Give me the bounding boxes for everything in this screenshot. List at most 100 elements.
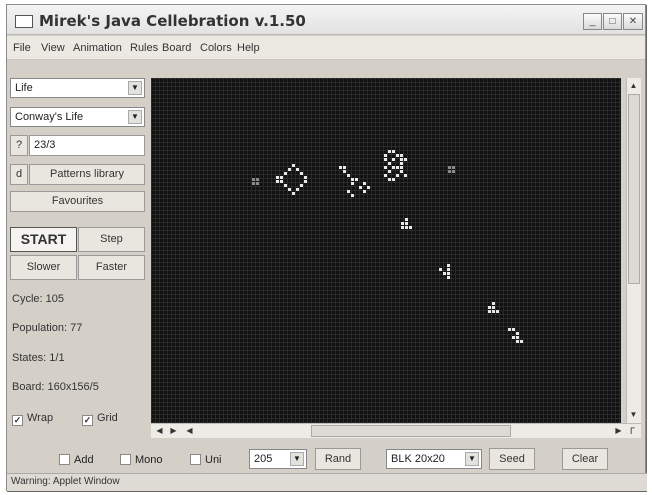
favourites-button[interactable]: Favourites xyxy=(10,191,145,212)
scroll-right-icon[interactable]: ▶ xyxy=(167,424,180,438)
rule-help-button[interactable]: ? xyxy=(10,135,28,156)
menu-board[interactable]: Board xyxy=(162,42,191,54)
menu-view[interactable]: View xyxy=(41,42,65,54)
live-cell xyxy=(388,162,391,165)
live-cell xyxy=(292,164,295,167)
live-cell xyxy=(447,276,450,279)
count-select-value: 205 xyxy=(254,453,273,465)
scroll-down-icon[interactable]: ▼ xyxy=(627,408,640,422)
step-button[interactable]: Step xyxy=(78,227,145,252)
live-cell xyxy=(492,302,495,305)
horizontal-scroll-thumb[interactable] xyxy=(311,425,511,437)
game-select[interactable]: Life ▼ xyxy=(10,78,145,98)
rule-select[interactable]: Conway's Life ▼ xyxy=(10,107,145,127)
marker-cell xyxy=(256,182,259,185)
live-cell xyxy=(405,226,408,229)
menu-rules[interactable]: Rules xyxy=(130,42,158,54)
wrap-checkbox[interactable]: ✓ Wrap xyxy=(12,412,54,426)
live-cell xyxy=(276,176,279,179)
faster-button[interactable]: Faster xyxy=(78,255,145,280)
marker-cell xyxy=(256,178,259,181)
live-cell xyxy=(288,168,291,171)
rand-button[interactable]: Rand xyxy=(315,448,361,470)
menu-animation[interactable]: Animation xyxy=(73,42,122,54)
cell-board[interactable] xyxy=(151,78,621,423)
menu-colors[interactable]: Colors xyxy=(200,42,232,54)
live-cell xyxy=(388,150,391,153)
live-cell xyxy=(447,268,450,271)
live-cell xyxy=(347,174,350,177)
count-select[interactable]: 205 ▼ xyxy=(249,449,307,469)
start-button[interactable]: START xyxy=(10,227,77,252)
live-cell xyxy=(392,158,395,161)
chevron-down-icon: ▼ xyxy=(128,110,142,124)
maximize-button[interactable]: □ xyxy=(603,13,622,30)
live-cell xyxy=(396,154,399,157)
marker-cell xyxy=(452,166,455,169)
live-cell xyxy=(488,310,491,313)
live-cell xyxy=(355,178,358,181)
live-cell xyxy=(516,336,519,339)
live-cell xyxy=(300,172,303,175)
block-size-select[interactable]: BLK 20x20 ▼ xyxy=(386,449,482,469)
board-size-label: Board: 160x156/5 xyxy=(12,381,99,393)
rule-field[interactable]: 23/3 xyxy=(29,135,145,156)
vertical-scrollbar[interactable]: ▲ ▼ xyxy=(626,78,641,423)
scroll-right-icon[interactable]: ▶ xyxy=(612,424,625,438)
add-checkbox[interactable]: Add xyxy=(59,452,94,466)
scroll-left-icon[interactable]: ◀ xyxy=(183,424,196,438)
marker-cell xyxy=(452,170,455,173)
menu-help[interactable]: Help xyxy=(237,42,260,54)
app-window: Mirek's Java Cellebration v.1.50 _ □ ✕ F… xyxy=(6,4,647,491)
live-cell xyxy=(280,180,283,183)
d-button[interactable]: d xyxy=(10,164,28,185)
live-cell xyxy=(400,162,403,165)
seed-button[interactable]: Seed xyxy=(489,448,535,470)
uni-label: Uni xyxy=(205,454,222,466)
live-cell xyxy=(384,154,387,157)
live-cell xyxy=(343,170,346,173)
live-cell xyxy=(392,166,395,169)
live-cell xyxy=(492,306,495,309)
mono-checkbox[interactable]: Mono xyxy=(120,452,163,466)
live-cell xyxy=(447,272,450,275)
live-cell xyxy=(351,178,354,181)
resize-grip-icon[interactable]: Γ xyxy=(626,424,639,438)
live-cell xyxy=(300,184,303,187)
live-cell xyxy=(284,172,287,175)
wrap-label: Wrap xyxy=(27,412,54,424)
live-cell xyxy=(400,166,403,169)
mono-label: Mono xyxy=(135,454,163,466)
slower-button[interactable]: Slower xyxy=(10,255,77,280)
live-cell xyxy=(516,332,519,335)
grid-checkbox[interactable]: ✓ Grid xyxy=(82,412,118,426)
live-cell xyxy=(384,174,387,177)
live-cell xyxy=(404,174,407,177)
menu-file[interactable]: File xyxy=(13,42,31,54)
add-label: Add xyxy=(74,454,94,466)
rule-field-value: 23/3 xyxy=(34,139,56,151)
horizontal-scrollbar[interactable]: ◀ ▶ ◀ ▶ Γ xyxy=(151,423,641,438)
live-cell xyxy=(508,328,511,331)
live-cell xyxy=(512,336,515,339)
control-panel: Life ▼ Conway's Life ▼ ? 23/3 d Patterns… xyxy=(10,78,145,443)
live-cell xyxy=(292,192,295,195)
scroll-up-icon[interactable]: ▲ xyxy=(627,79,640,93)
grid-label: Grid xyxy=(97,412,118,424)
live-cell xyxy=(304,176,307,179)
live-cell xyxy=(363,182,366,185)
live-cell xyxy=(443,272,446,275)
status-bar: Warning: Applet Window xyxy=(7,473,647,491)
live-cell xyxy=(401,226,404,229)
marker-cell xyxy=(252,182,255,185)
live-cell xyxy=(351,194,354,197)
patterns-library-button[interactable]: Patterns library xyxy=(29,164,145,185)
clear-button[interactable]: Clear xyxy=(562,448,608,470)
scroll-left-icon[interactable]: ◀ xyxy=(153,424,166,438)
uni-checkbox[interactable]: Uni xyxy=(190,452,222,466)
vertical-scroll-thumb[interactable] xyxy=(628,94,640,284)
checkbox-box xyxy=(59,454,70,465)
chevron-down-icon: ▼ xyxy=(290,452,304,466)
minimize-button[interactable]: _ xyxy=(583,13,602,30)
close-button[interactable]: ✕ xyxy=(623,13,643,30)
